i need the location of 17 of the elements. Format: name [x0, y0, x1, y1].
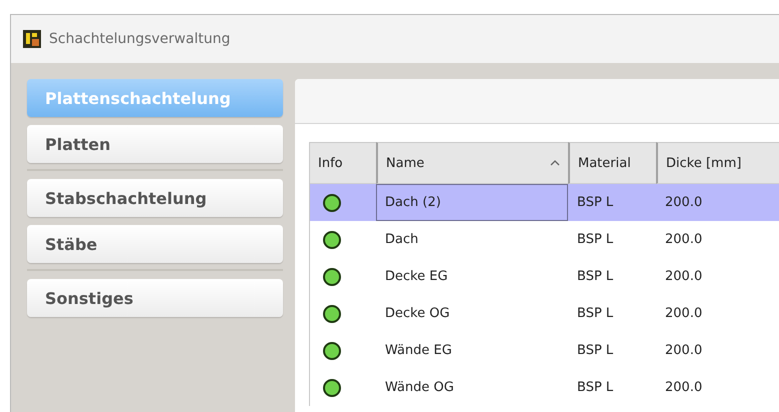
- table-cell: Dach (2): [376, 184, 568, 221]
- sidebar-item[interactable]: Platten: [27, 125, 283, 163]
- column-header[interactable]: Dicke [mm]: [656, 142, 779, 184]
- column-header[interactable]: Name: [376, 142, 568, 184]
- sidebar-item[interactable]: Sonstiges: [27, 279, 283, 317]
- app-icon: [23, 30, 41, 48]
- column-title: Dicke [mm]: [666, 156, 742, 170]
- table-cell: 200.0: [656, 184, 779, 221]
- column-header[interactable]: Material: [568, 142, 656, 184]
- sidebar-item[interactable]: Stäbe: [27, 225, 283, 263]
- column-title: Name: [386, 156, 424, 170]
- column-header[interactable]: Info: [310, 142, 376, 184]
- sidebar-item[interactable]: Stabschachtelung: [27, 179, 283, 217]
- column-title: Info: [318, 156, 343, 170]
- column-title: Material: [578, 156, 631, 170]
- table-cell: BSP L: [568, 184, 656, 221]
- window-title: Schachtelungsverwaltung: [49, 31, 230, 47]
